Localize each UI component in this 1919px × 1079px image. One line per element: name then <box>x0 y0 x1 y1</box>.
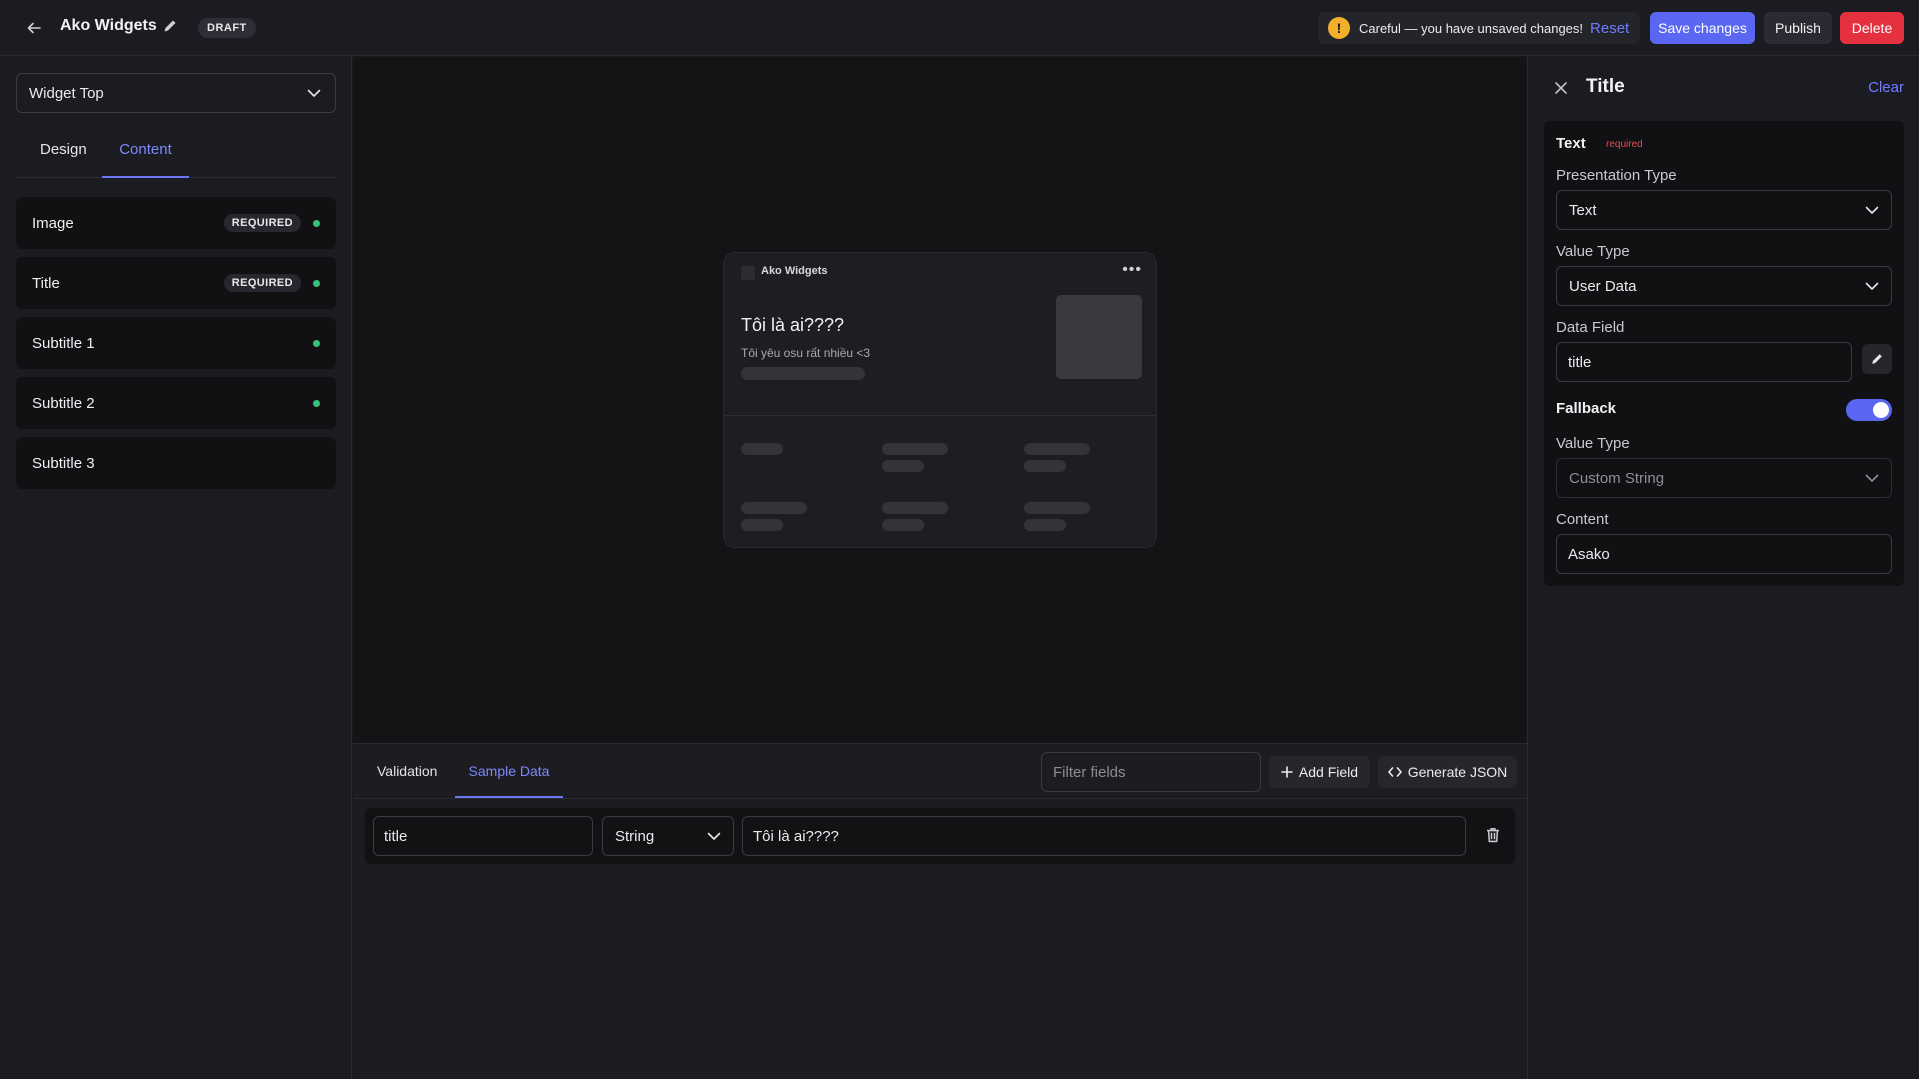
toggle-knob <box>1873 402 1889 418</box>
field-item-label: Subtitle 1 <box>32 334 95 352</box>
back-arrow-icon[interactable] <box>22 16 46 40</box>
skeleton-bar <box>741 502 807 514</box>
value-type-select[interactable]: User Data <box>1556 266 1892 306</box>
value-type-label: Value Type <box>1556 243 1630 260</box>
sample-value-input[interactable] <box>742 816 1466 856</box>
chevron-down-icon <box>705 827 723 845</box>
chevron-down-icon <box>305 84 323 102</box>
tab-validation[interactable]: Validation <box>377 744 437 798</box>
skeleton-bar <box>1024 443 1090 455</box>
fallback-value-type-label: Value Type <box>1556 435 1630 452</box>
chevron-down-icon <box>1863 469 1881 487</box>
warning-icon: ! <box>1328 17 1350 39</box>
app-logo-icon <box>741 266 755 280</box>
clear-button[interactable]: Clear <box>1868 79 1904 96</box>
more-options-icon[interactable]: ••• <box>1122 261 1142 279</box>
publish-button[interactable]: Publish <box>1764 12 1832 44</box>
field-item-title[interactable]: Title REQUIRED <box>16 257 336 309</box>
add-field-button[interactable]: Add Field <box>1269 756 1370 788</box>
widget-preview-card: Ako Widgets ••• Tôi là ai???? Tôi yêu os… <box>723 252 1157 548</box>
right-panel: Title Clear Text required Presentation T… <box>1527 57 1919 1079</box>
plus-icon <box>1281 766 1293 778</box>
generate-json-button[interactable]: Generate JSON <box>1378 756 1517 788</box>
field-item-label: Subtitle 2 <box>32 394 95 412</box>
content-label: Content <box>1556 511 1609 528</box>
widget-name: Ako Widgets <box>60 17 157 34</box>
chevron-down-icon <box>1863 277 1881 295</box>
field-item-subtitle-2[interactable]: Subtitle 2 <box>16 377 336 429</box>
fallback-value-type-value: Custom String <box>1569 469 1665 487</box>
skeleton-bar <box>741 367 865 380</box>
status-dot <box>313 400 320 407</box>
skeleton-bar <box>882 519 924 531</box>
data-field-label: Data Field <box>1556 319 1625 336</box>
preview-subtitle: Tôi yêu osu rất nhiều <3 <box>741 346 871 360</box>
field-item-label: Image <box>32 214 74 232</box>
required-tag: required <box>1606 139 1643 150</box>
value-type-value: User Data <box>1569 277 1637 295</box>
divider <box>353 798 1527 799</box>
save-changes-button[interactable]: Save changes <box>1650 12 1755 44</box>
divider <box>724 415 1156 416</box>
skeleton-bar <box>741 443 783 455</box>
required-badge: REQUIRED <box>223 274 301 292</box>
field-item-subtitle-1[interactable]: Subtitle 1 <box>16 317 336 369</box>
code-icon <box>1387 766 1402 778</box>
skeleton-bar <box>882 460 924 472</box>
fallback-label: Fallback <box>1556 400 1617 417</box>
field-item-label: Title <box>32 274 60 292</box>
trash-icon[interactable] <box>1486 827 1502 845</box>
add-field-label: Add Field <box>1298 764 1359 780</box>
field-item-image[interactable]: Image REQUIRED <box>16 197 336 249</box>
field-item-label: Subtitle 3 <box>32 454 95 472</box>
unsaved-warning: ! Careful — you have unsaved changes! Re… <box>1318 12 1640 44</box>
skeleton-bar <box>882 502 948 514</box>
warning-text: Careful — you have unsaved changes! <box>1359 20 1584 36</box>
widget-select-value: Widget Top <box>29 84 104 102</box>
preview-brand: Ako Widgets <box>761 265 828 277</box>
field-item-subtitle-3[interactable]: Subtitle 3 <box>16 437 336 489</box>
content-input[interactable] <box>1556 534 1892 574</box>
fallback-toggle[interactable] <box>1846 399 1892 421</box>
status-badge: DRAFT <box>198 18 256 38</box>
tab-sample-data[interactable]: Sample Data <box>455 744 563 798</box>
preview-image-placeholder <box>1056 295 1142 379</box>
sample-key-input[interactable] <box>373 816 593 856</box>
left-sidebar: Widget Top Design Content Image REQUIRED… <box>0 57 352 1079</box>
status-dot <box>313 220 320 227</box>
filter-fields-input[interactable] <box>1041 752 1261 792</box>
sample-type-value: String <box>615 827 655 845</box>
skeleton-bar <box>882 443 948 455</box>
presentation-type-select[interactable]: Text <box>1556 190 1892 230</box>
chevron-down-icon <box>1863 201 1881 219</box>
preview-title: Tôi là ai???? <box>741 315 845 335</box>
close-icon[interactable] <box>1552 79 1570 97</box>
delete-button[interactable]: Delete <box>1840 12 1904 44</box>
status-dot <box>313 280 320 287</box>
presentation-type-label: Presentation Type <box>1556 167 1677 184</box>
widget-select[interactable]: Widget Top <box>16 73 336 113</box>
tab-content[interactable]: Content <box>102 135 189 178</box>
rename-pencil-icon[interactable] <box>162 18 180 36</box>
status-dot <box>313 340 320 347</box>
sidebar-tabs: Design Content <box>16 135 336 178</box>
required-badge: REQUIRED <box>223 214 301 232</box>
sample-type-select[interactable]: String <box>602 816 734 856</box>
skeleton-bar <box>741 519 783 531</box>
top-bar: Ako Widgets DRAFT ! Careful — you have u… <box>0 0 1919 56</box>
fallback-value-type-select[interactable]: Custom String <box>1556 458 1892 498</box>
section-title: Text <box>1556 135 1586 152</box>
skeleton-bar <box>1024 502 1090 514</box>
field-settings-card: Text required Presentation Type Text Val… <box>1544 121 1904 586</box>
tab-design[interactable]: Design <box>40 135 87 178</box>
reset-link[interactable]: Reset <box>1590 20 1629 37</box>
presentation-type-value: Text <box>1569 201 1597 219</box>
data-field-input[interactable] <box>1556 342 1852 382</box>
panel-title: Title <box>1586 76 1625 97</box>
skeleton-bar <box>1024 460 1066 472</box>
bottom-panel: Validation Sample Data Add Field Generat… <box>353 743 1527 1079</box>
generate-json-label: Generate JSON <box>1407 764 1508 780</box>
pencil-icon[interactable] <box>1862 344 1892 374</box>
skeleton-bar <box>1024 519 1066 531</box>
